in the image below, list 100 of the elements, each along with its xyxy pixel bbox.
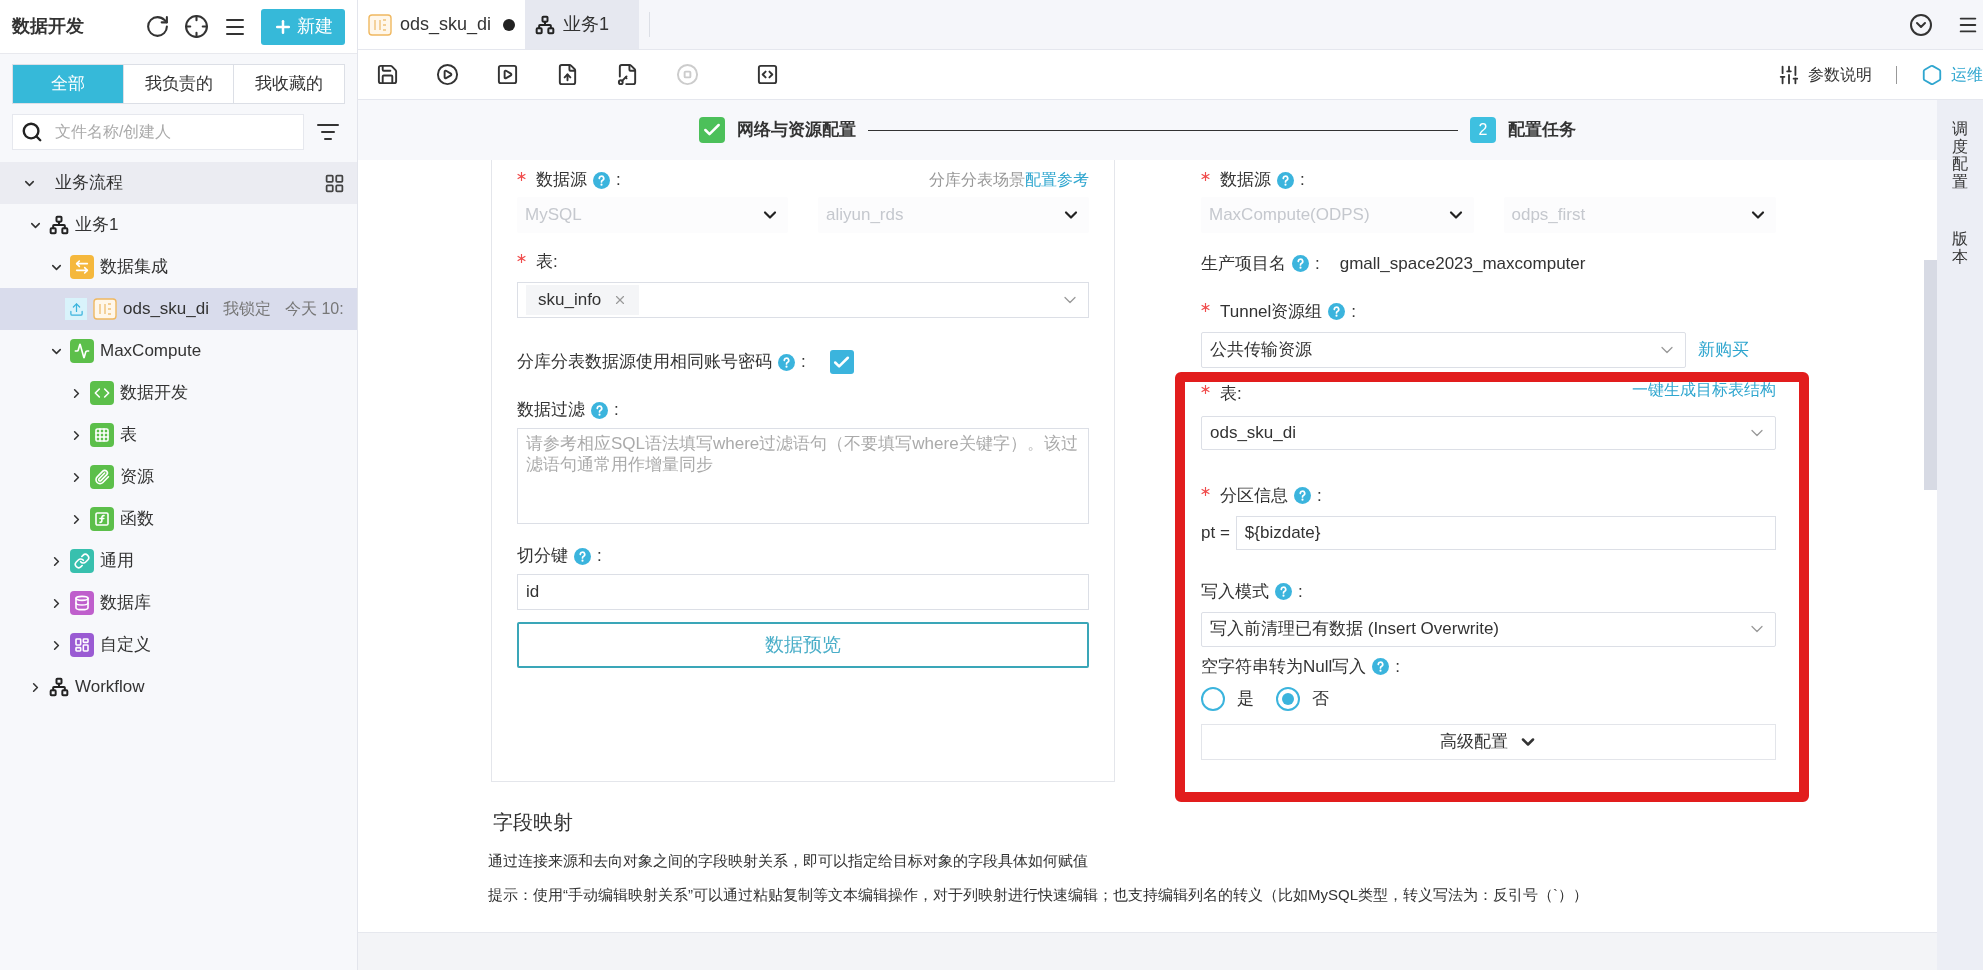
table-tag: sku_info [526, 285, 640, 315]
hierarchy-icon [49, 215, 69, 235]
target-table-select[interactable]: ods_sku_di [1201, 415, 1776, 450]
tree-item[interactable]: 通用 [0, 540, 357, 582]
label-colon: : [614, 399, 619, 422]
step-number: 2 [1470, 117, 1496, 143]
arrows-icon [70, 255, 94, 279]
tree-item[interactable]: ods_sku_di 我锁定 今天 10: [0, 288, 357, 330]
checkbox[interactable] [829, 350, 854, 374]
upload-icon [65, 298, 87, 320]
search-input[interactable]: 文件名称/创建人 [55, 120, 295, 144]
tree-item[interactable]: 资源 [0, 456, 357, 498]
table-icon [90, 423, 114, 447]
tree-label: MaxCompute [100, 340, 202, 363]
dropdown-icon[interactable] [1909, 12, 1933, 37]
field-label: 表: [1220, 382, 1242, 405]
partition-key: pt = [1201, 519, 1230, 546]
radio-label: 否 [1312, 687, 1329, 710]
hierarchy-icon [535, 14, 556, 35]
run-icon[interactable] [436, 63, 459, 86]
tree-item[interactable]: 业务1 [0, 204, 357, 246]
field-label: 数据源 [1220, 169, 1271, 192]
tunnel-select[interactable]: 公共传输资源 [1201, 331, 1686, 368]
file-icon [93, 298, 117, 320]
required-icon [517, 171, 526, 181]
crosshair-icon[interactable] [184, 14, 209, 39]
scrollbar-thumb[interactable] [1924, 260, 1937, 490]
label-colon: : [597, 545, 602, 568]
params-link[interactable]: 参数说明 [1808, 62, 1872, 87]
dashboard-icon [70, 633, 94, 657]
grid-icon[interactable] [324, 172, 345, 194]
modified-time: 今天 10: [285, 299, 344, 319]
rail-tab[interactable]: 调度配置 [1952, 120, 1968, 191]
link-icon [70, 549, 94, 573]
field-label: 切分键 [517, 545, 568, 568]
search-icon [21, 121, 43, 143]
label-colon: : [616, 169, 621, 192]
refresh-icon[interactable] [145, 14, 170, 39]
search-field[interactable]: 文件名称/创建人 [12, 114, 304, 150]
sliders-icon[interactable] [1778, 63, 1800, 86]
file-icon [368, 13, 392, 36]
tree-label: 数据开发 [120, 382, 188, 405]
radio-button[interactable] [1201, 686, 1225, 711]
split-key-field[interactable]: id [517, 574, 1089, 610]
tree-item[interactable]: 函数 [0, 498, 357, 540]
tree-label: 资源 [120, 466, 154, 489]
paperclip-icon [90, 465, 114, 489]
mapping-tip: 提示：使用“手动编辑映射关系”可以通过粘贴复制等文本编辑操作，对于列映射进行快速编辑；也支持编辑列名的转义（比如MySQL类型，转义写法为：反引号（`）） [488, 884, 1589, 905]
save-icon[interactable] [376, 63, 399, 86]
function-icon [90, 507, 114, 531]
field-label: Tunnel资源组 [1220, 300, 1323, 323]
radio-label: 是 [1237, 687, 1254, 710]
field-label: 生产项目名 [1201, 253, 1286, 275]
field-label: 数据过滤 [517, 399, 585, 422]
tree-item[interactable]: Workflow [0, 666, 357, 708]
filter-field[interactable]: 请参考相应SQL语法填写where过滤语句（不要填写where关键字）。该过滤语句通常用作增量同步 [517, 428, 1089, 524]
tree-item[interactable]: 业务流程 [0, 162, 357, 204]
partition-field[interactable]: ${bizdate} [1235, 515, 1776, 550]
tree-label: 数据集成 [100, 256, 168, 279]
tree-label: Workflow [75, 676, 145, 699]
tree-item[interactable]: 数据库 [0, 582, 357, 624]
hint-text: 分库分表场景 [929, 170, 1025, 190]
label-colon: : [1317, 484, 1322, 507]
write-mode-select[interactable]: 写入前清理已有数据 (Insert Overwrite) [1201, 611, 1776, 647]
tree-label: 业务流程 [55, 172, 123, 195]
sidebar-title: 数据开发 [12, 15, 84, 38]
required-icon [1201, 487, 1210, 496]
tree-label: 自定义 [100, 634, 151, 657]
tree-item[interactable]: 自定义 [0, 624, 357, 666]
required-icon [1201, 303, 1210, 312]
label-colon: : [1395, 655, 1401, 678]
advanced-config-button[interactable]: 高级配置 [1201, 723, 1776, 760]
required-icon [1201, 171, 1210, 181]
tree-label: 通用 [100, 550, 134, 573]
step-label: 网络与资源配置 [737, 119, 856, 142]
section-title: 字段映射 [493, 809, 574, 835]
mapping-description: 通过连接来源和去向对象之间的字段映射关系，即可以指定给目标对象的字段具体如何赋值 [488, 850, 1089, 871]
radio-button[interactable] [1276, 686, 1300, 711]
tree-label: 表 [120, 424, 137, 447]
tree-item[interactable]: 数据开发 [0, 372, 357, 414]
tree-label: 业务1 [75, 214, 119, 237]
database-icon [70, 591, 94, 615]
tree-item[interactable]: 表 [0, 414, 357, 456]
tree-item[interactable]: MaxCompute [0, 330, 357, 372]
tree-label: 数据库 [100, 592, 151, 615]
editor-tab[interactable]: ods_sku_di [358, 0, 526, 49]
rail-tab[interactable]: 版本 [1952, 230, 1968, 266]
tree-item[interactable]: 数据集成 [0, 246, 357, 288]
editor-tab[interactable]: 业务1 [525, 0, 640, 49]
submit-icon[interactable] [556, 63, 579, 86]
field-label: 表: [536, 251, 558, 274]
step-label: 配置任务 [1508, 119, 1576, 142]
table-select[interactable]: sku_info [517, 282, 1089, 318]
hierarchy-icon [49, 677, 69, 697]
code-view-icon[interactable] [756, 63, 779, 86]
field-label: 分库分表数据源使用相同账号密码 [517, 351, 772, 374]
label-colon: : [1300, 169, 1305, 192]
project-name: gmall_space2023_maxcomputer [1339, 253, 1586, 275]
lock-status: 我锁定 [223, 299, 271, 319]
field-label: 空字符串转为Null写入 [1201, 655, 1367, 678]
